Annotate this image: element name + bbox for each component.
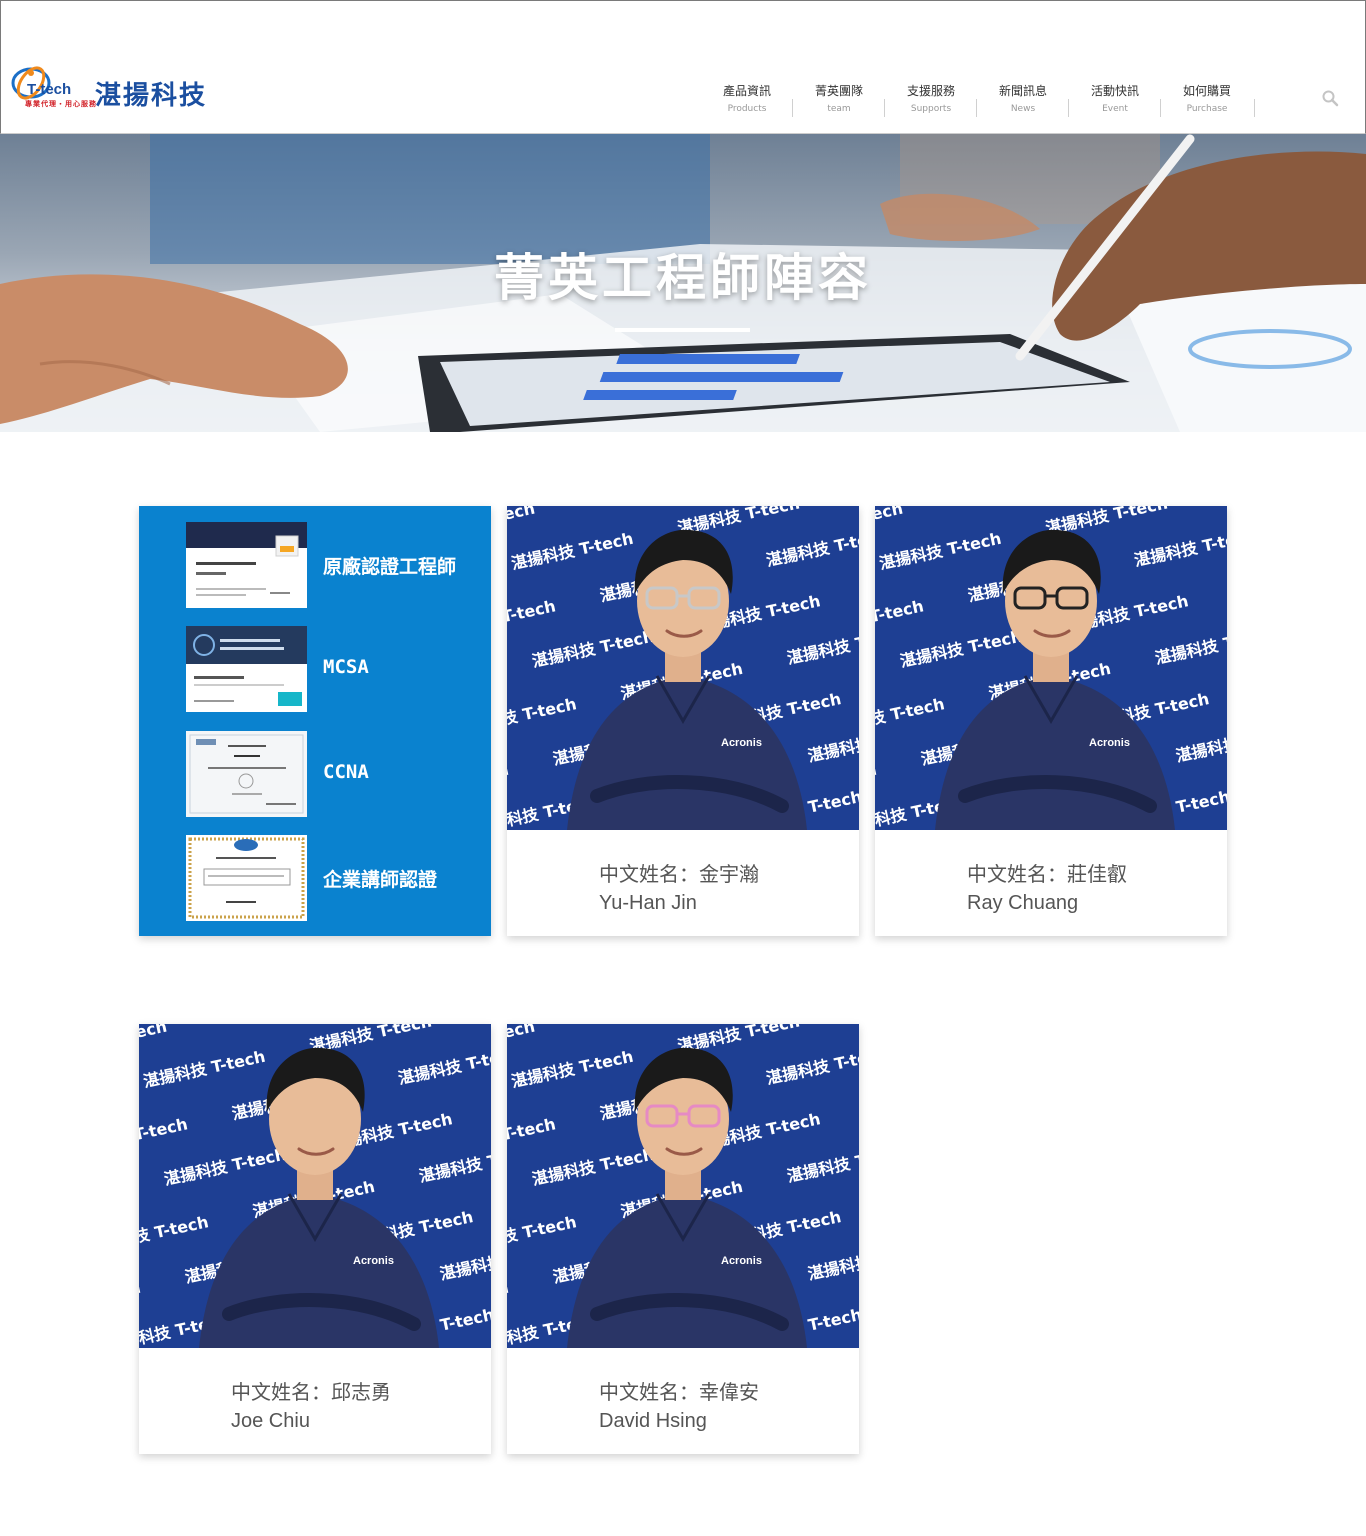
engineer-portrait: 湛揚科技 T-tech湛揚科技 T-tech湛揚科技 T-tech湛揚科技 T-… <box>139 1024 491 1348</box>
engineer-name-zh: 中文姓名：幸偉安 <box>599 1380 759 1404</box>
engineer-photo: 湛揚科技 T-tech湛揚科技 T-tech湛揚科技 T-tech湛揚科技 T-… <box>507 1024 859 1348</box>
svg-text:T-tech: T-tech <box>27 81 71 98</box>
engineer-name-en: Yu-Han Jin <box>599 892 697 914</box>
nav-label-zh: 產品資訊 <box>722 84 771 98</box>
nav-item-supports[interactable]: 支援服務 Supports <box>885 81 977 117</box>
nav-item-products[interactable]: 產品資訊 Products <box>701 81 793 117</box>
engineer-name-zh: 中文姓名：莊佳叡 <box>967 862 1127 886</box>
nav-label-en: Purchase <box>1186 104 1228 114</box>
engineer-card[interactable]: 湛揚科技 T-tech湛揚科技 T-tech湛揚科技 T-tech湛揚科技 T-… <box>507 1024 859 1454</box>
svg-text:Acronis: Acronis <box>353 1255 394 1267</box>
certification-label: MCSA <box>323 656 369 678</box>
nav-label-en: Supports <box>910 104 952 114</box>
nav-item-team[interactable]: 菁英團隊 team <box>793 81 885 117</box>
microsoft-certificate-thumbnail[interactable] <box>186 626 307 712</box>
engineer-card[interactable]: 湛揚科技 T-tech湛揚科技 T-tech湛揚科技 T-tech湛揚科技 T-… <box>875 506 1227 936</box>
engineer-card[interactable]: 湛揚科技 T-tech湛揚科技 T-tech湛揚科技 T-tech湛揚科技 T-… <box>139 1024 491 1454</box>
site-header: T-tech 專業代理・用心服務 湛揚科技 產品資訊 Products 菁英團隊… <box>0 0 1366 134</box>
main-nav: 產品資訊 Products 菁英團隊 team 支援服務 Supports 新聞… <box>701 81 1253 121</box>
engineer-portrait: 湛揚科技 T-tech湛揚科技 T-tech湛揚科技 T-tech湛揚科技 T-… <box>507 1024 859 1348</box>
engineer-photo: 湛揚科技 T-tech湛揚科技 T-tech湛揚科技 T-tech湛揚科技 T-… <box>507 506 859 830</box>
nav-label-zh: 如何購買 <box>1182 84 1231 98</box>
instructor-certificate-thumbnail[interactable] <box>186 835 307 921</box>
engineer-name-area: 中文姓名：金宇瀚 Yu-Han Jin <box>507 830 859 936</box>
nav-label-zh: 活動快訊 <box>1090 84 1139 98</box>
engineer-name-en: Ray Chuang <box>967 892 1079 914</box>
certification-label: 原廠認證工程師 <box>323 556 457 578</box>
certification-label: CCNA <box>323 761 369 783</box>
nav-label-en: News <box>1010 104 1036 114</box>
nav-item-news[interactable]: 新聞訊息 News <box>977 81 1069 117</box>
engineer-name-en: David Hsing <box>599 1410 707 1432</box>
nav-item-event[interactable]: 活動快訊 Event <box>1069 81 1161 117</box>
engineer-name-area: 中文姓名：幸偉安 David Hsing <box>507 1348 859 1454</box>
cisco-certificate-thumbnail[interactable] <box>186 731 307 817</box>
page-title: 菁英工程師陣容 <box>494 249 872 307</box>
engineer-photo: 湛揚科技 T-tech湛揚科技 T-tech湛揚科技 T-tech湛揚科技 T-… <box>139 1024 491 1348</box>
certification-card: 原廠認證工程師 MCSA CCNA 企業講師認證 <box>139 506 491 936</box>
hero-banner: 菁英工程師陣容 <box>0 134 1366 432</box>
nav-item-purchase[interactable]: 如何購買 Purchase <box>1161 81 1253 117</box>
brand-tagline: 專業代理・用心服務 <box>25 100 97 108</box>
certification-label: 企業講師認證 <box>323 869 438 891</box>
acronis-certificate-thumbnail[interactable] <box>186 522 307 608</box>
nav-label-en: Event <box>1102 104 1128 114</box>
engineer-photo: 湛揚科技 T-tech湛揚科技 T-tech湛揚科技 T-tech湛揚科技 T-… <box>875 506 1227 830</box>
nav-label-en: Products <box>727 104 767 114</box>
certification-item: CCNA <box>186 731 486 817</box>
nav-label-zh: 新聞訊息 <box>998 84 1047 98</box>
engineer-name-en: Joe Chiu <box>231 1410 310 1432</box>
nav-label-zh: 支援服務 <box>906 84 955 98</box>
engineer-name-zh: 中文姓名：邱志勇 <box>231 1380 391 1404</box>
engineer-portrait: 湛揚科技 T-tech湛揚科技 T-tech湛揚科技 T-tech湛揚科技 T-… <box>507 506 859 830</box>
engineer-name-zh: 中文姓名：金宇瀚 <box>599 862 759 886</box>
engineer-name-area: 中文姓名：邱志勇 Joe Chiu <box>139 1348 491 1454</box>
engineer-card[interactable]: 湛揚科技 T-tech湛揚科技 T-tech湛揚科技 T-tech湛揚科技 T-… <box>507 506 859 936</box>
brand-name: 湛揚科技 <box>95 81 208 111</box>
title-underline <box>615 328 750 332</box>
nav-label-zh: 菁英團隊 <box>814 84 863 98</box>
engineer-name-area: 中文姓名：莊佳叡 Ray Chuang <box>875 830 1227 936</box>
site-logo[interactable]: T-tech 專業代理・用心服務 湛揚科技 <box>9 63 239 113</box>
certification-item: MCSA <box>186 626 486 712</box>
engineer-portrait: 湛揚科技 T-tech湛揚科技 T-tech湛揚科技 T-tech湛揚科技 T-… <box>875 506 1227 830</box>
nav-divider <box>1254 99 1255 117</box>
certification-item: 原廠認證工程師 <box>186 522 486 608</box>
nav-label-en: team <box>827 104 851 114</box>
svg-text:Acronis: Acronis <box>1089 737 1130 749</box>
search-icon[interactable] <box>1321 89 1339 107</box>
certification-item: 企業講師認證 <box>186 835 486 921</box>
svg-text:Acronis: Acronis <box>721 1255 762 1267</box>
svg-text:Acronis: Acronis <box>721 737 762 749</box>
